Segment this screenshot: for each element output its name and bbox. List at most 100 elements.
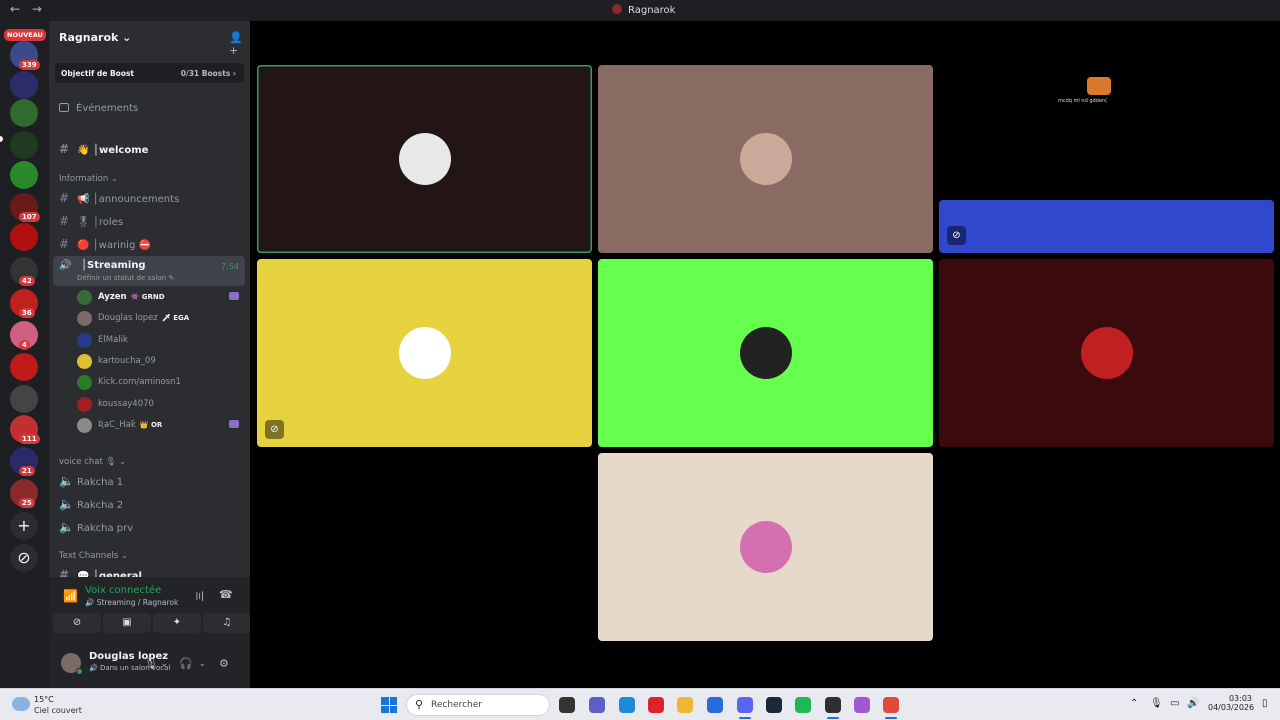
server-icon[interactable] bbox=[10, 353, 38, 381]
taskbar: 15°C Ciel couvert ⚲ Rechercher ⌃ 🎙 ▭ 🔊 0… bbox=[0, 688, 1280, 720]
forward-button[interactable]: → bbox=[32, 2, 42, 16]
video-tile[interactable] bbox=[939, 259, 1274, 447]
discord-icon[interactable] bbox=[737, 697, 753, 713]
avatar bbox=[77, 311, 92, 327]
disconnect-icon[interactable]: ☎ bbox=[219, 588, 233, 601]
new-badge: NOUVEAU bbox=[4, 29, 46, 41]
channel-roles[interactable]: # 🎖 │roles bbox=[59, 214, 123, 228]
gear-icon[interactable]: ⚙ bbox=[219, 657, 229, 670]
server-badge: 21 bbox=[19, 466, 35, 476]
store-icon[interactable] bbox=[707, 697, 723, 713]
active-app-indicator bbox=[739, 717, 751, 719]
category-text-channels[interactable]: Text Channels ⌄ bbox=[59, 551, 128, 561]
nav-buttons: ← → bbox=[10, 2, 50, 16]
title-bar: ← → Ragnarok bbox=[0, 0, 1280, 21]
task-view-icon[interactable] bbox=[559, 697, 575, 713]
participant-avatar bbox=[398, 327, 451, 379]
channel-rakcha-2[interactable]: 🔈 Rakcha 2 bbox=[59, 497, 123, 511]
person-add-icon[interactable]: 👤+ bbox=[229, 31, 250, 57]
opera-icon[interactable] bbox=[648, 697, 664, 713]
video-tile[interactable]: ⊘ bbox=[939, 200, 1274, 253]
user-tag: 👾 GRND bbox=[130, 293, 165, 301]
voice-user[interactable]: ElMalik bbox=[77, 332, 245, 350]
chevron-up-icon[interactable]: ⌃ bbox=[1130, 698, 1138, 709]
video-tile[interactable] bbox=[598, 453, 933, 641]
microphone-icon[interactable]: 🎙 bbox=[144, 657, 158, 670]
channel-streaming[interactable]: 🔊 │Streaming 7:54 Définir un statut de s… bbox=[53, 256, 245, 286]
activities-button[interactable]: ✦ bbox=[153, 613, 201, 633]
video-tile[interactable] bbox=[598, 65, 933, 253]
taskbar-search[interactable]: ⚲ Rechercher bbox=[406, 694, 550, 716]
category-information[interactable]: Information ⌄ bbox=[59, 174, 118, 184]
channel-rakcha-1[interactable]: 🔈 Rakcha 1 bbox=[59, 474, 123, 488]
notification-icon[interactable]: ▯ bbox=[1262, 698, 1268, 709]
channel-warning[interactable]: # 🔴 │warinig ⛔ bbox=[59, 237, 151, 251]
camera-off-icon: ⊘ bbox=[72, 617, 82, 628]
user-area: Douglas lopez 🔊 Dans un salon vocal 🎙 ⌄ … bbox=[49, 641, 250, 688]
server-list: + ⊘ NOUVEAU 339 107 42 36 4 111 21 25 bbox=[0, 21, 49, 688]
server-icon[interactable] bbox=[10, 131, 38, 159]
windows-start-icon[interactable] bbox=[381, 697, 397, 713]
voice-user[interactable]: Kick.com/aminosn1 bbox=[77, 374, 245, 392]
avatar bbox=[77, 396, 92, 412]
obs-icon[interactable] bbox=[825, 697, 841, 713]
live-stream-icon[interactable] bbox=[229, 292, 239, 300]
participant-avatar bbox=[1080, 327, 1133, 379]
voice-user[interactable]: ƦaC_Haƙ 👑 OR bbox=[77, 417, 245, 435]
signal-icon[interactable]: 📶 bbox=[63, 589, 78, 603]
headphones-icon[interactable]: 🎧 bbox=[179, 657, 193, 670]
voice-user[interactable]: koussay4070 bbox=[77, 396, 245, 414]
voice-channel-link[interactable]: 🔊 Streaming / Ragnarok bbox=[85, 598, 178, 607]
chrome-icon[interactable] bbox=[883, 697, 899, 713]
camera-button[interactable]: ⊘ bbox=[53, 613, 101, 633]
microphone-icon[interactable]: 🎙 bbox=[1150, 698, 1163, 709]
channel-welcome[interactable]: # 👋 │welcome bbox=[59, 142, 148, 156]
chevron-down-icon[interactable]: ⌄ bbox=[199, 659, 206, 668]
video-tile[interactable] bbox=[257, 65, 592, 253]
spotify-icon[interactable] bbox=[795, 697, 811, 713]
edge-icon[interactable] bbox=[619, 697, 635, 713]
soundboard-button[interactable]: ♫ bbox=[203, 613, 251, 633]
events-item[interactable]: Événements bbox=[59, 103, 138, 114]
participant-avatar bbox=[739, 133, 792, 185]
guild-header[interactable]: Ragnarok ⌄ 👤+ bbox=[49, 21, 250, 57]
back-button[interactable]: ← bbox=[10, 2, 20, 16]
discover-button[interactable]: ⊘ bbox=[10, 544, 38, 572]
voice-user[interactable]: Douglas lopez 🗡 EGA bbox=[77, 310, 245, 328]
video-tile[interactable] bbox=[598, 259, 933, 447]
file-explorer-icon[interactable] bbox=[677, 697, 693, 713]
server-icon[interactable] bbox=[10, 385, 38, 413]
screen-share-button[interactable]: ▣ bbox=[103, 613, 151, 633]
online-status-dot bbox=[76, 668, 83, 675]
server-icon[interactable] bbox=[10, 223, 38, 251]
speaker-icon: 🔈 bbox=[59, 497, 74, 511]
voice-user[interactable]: kartoucha_09 bbox=[77, 353, 245, 371]
voice-user[interactable]: Ayzen 👾 GRND bbox=[77, 289, 245, 307]
stream-preview[interactable]: mcdq ml nd gdden( bbox=[925, 21, 1280, 199]
category-voice-chat[interactable]: voice chat 🎙 ⌄ bbox=[59, 457, 126, 467]
guild-name[interactable]: Ragnarok ⌄ bbox=[59, 31, 131, 44]
steam-icon[interactable] bbox=[766, 697, 782, 713]
add-server-button[interactable]: + bbox=[10, 512, 38, 540]
teams-icon[interactable] bbox=[589, 697, 605, 713]
noise-suppression-icon[interactable]: 〣 bbox=[194, 588, 205, 604]
window-title-text: Ragnarok bbox=[628, 5, 676, 16]
channel-rakcha-prv[interactable]: 🔈 Rakcha prv bbox=[59, 520, 133, 534]
channel-announcements[interactable]: # 📢 │announcements bbox=[59, 191, 179, 205]
clock[interactable]: 03:03 04/03/2026 bbox=[1208, 694, 1254, 712]
voice-status[interactable]: Voix connectée bbox=[85, 585, 161, 596]
server-icon[interactable] bbox=[10, 99, 38, 127]
chevron-down-icon: ⌄ bbox=[122, 31, 132, 44]
server-icon[interactable] bbox=[10, 161, 38, 189]
video-tile[interactable]: ⊘ bbox=[257, 259, 592, 447]
channel-status[interactable]: Définir un statut de salon ✎ bbox=[77, 274, 174, 282]
volume-icon[interactable]: 🔊 bbox=[1187, 698, 1199, 709]
colorful-app-icon[interactable] bbox=[854, 697, 870, 713]
boost-goal[interactable]: Objectif de Boost 0/31 Boosts › bbox=[55, 63, 244, 83]
server-icon[interactable] bbox=[10, 71, 38, 99]
live-stream-icon[interactable] bbox=[229, 419, 239, 428]
window-title: Ragnarok bbox=[612, 4, 675, 16]
chevron-down-icon[interactable]: ⌄ bbox=[161, 659, 168, 668]
network-icon[interactable]: ▭ bbox=[1170, 698, 1179, 709]
streaming-time: 7:54 bbox=[221, 262, 239, 271]
